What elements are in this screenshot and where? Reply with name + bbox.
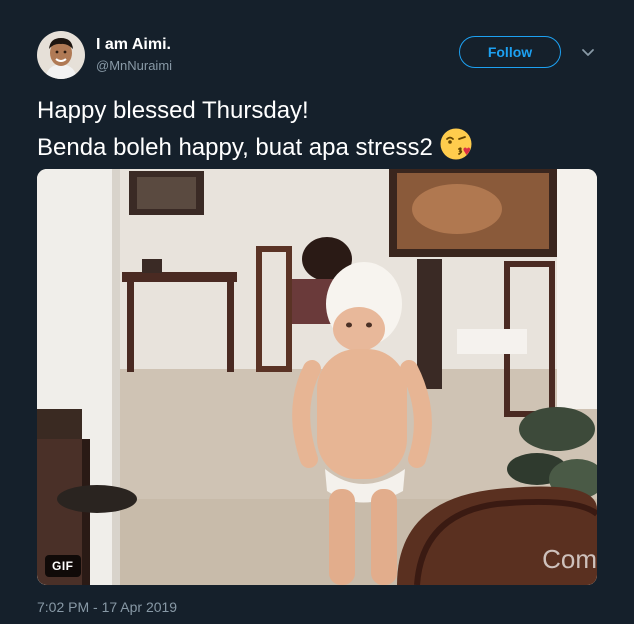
tweet-text-line-1: Happy blessed Thursday! [37, 97, 309, 124]
gif-badge: GIF [45, 555, 81, 577]
author-display-name[interactable]: I am Aimi. [96, 36, 171, 54]
gif-frame-image [37, 169, 597, 585]
tweet-text-line-2-text: Benda boleh happy, buat apa stress2 [37, 134, 433, 161]
tweet-text: Happy blessed Thursday! Benda boleh happ… [37, 95, 617, 164]
author-avatar[interactable] [37, 31, 85, 79]
tweet-timestamp[interactable]: 7:02 PM - 17 Apr 2019 [37, 599, 177, 615]
tweet-text-line-2: Benda boleh happy, buat apa stress2 [37, 127, 617, 164]
media-watermark: Com [542, 544, 597, 574]
tweet-media-gif[interactable]: GIF Com [37, 169, 597, 585]
follow-button[interactable]: Follow [459, 36, 561, 68]
face-blowing-a-kiss-icon [439, 127, 473, 161]
chevron-down-icon[interactable] [578, 42, 598, 62]
avatar-image [37, 31, 85, 79]
author-handle[interactable]: @MnNuraimi [96, 58, 172, 73]
